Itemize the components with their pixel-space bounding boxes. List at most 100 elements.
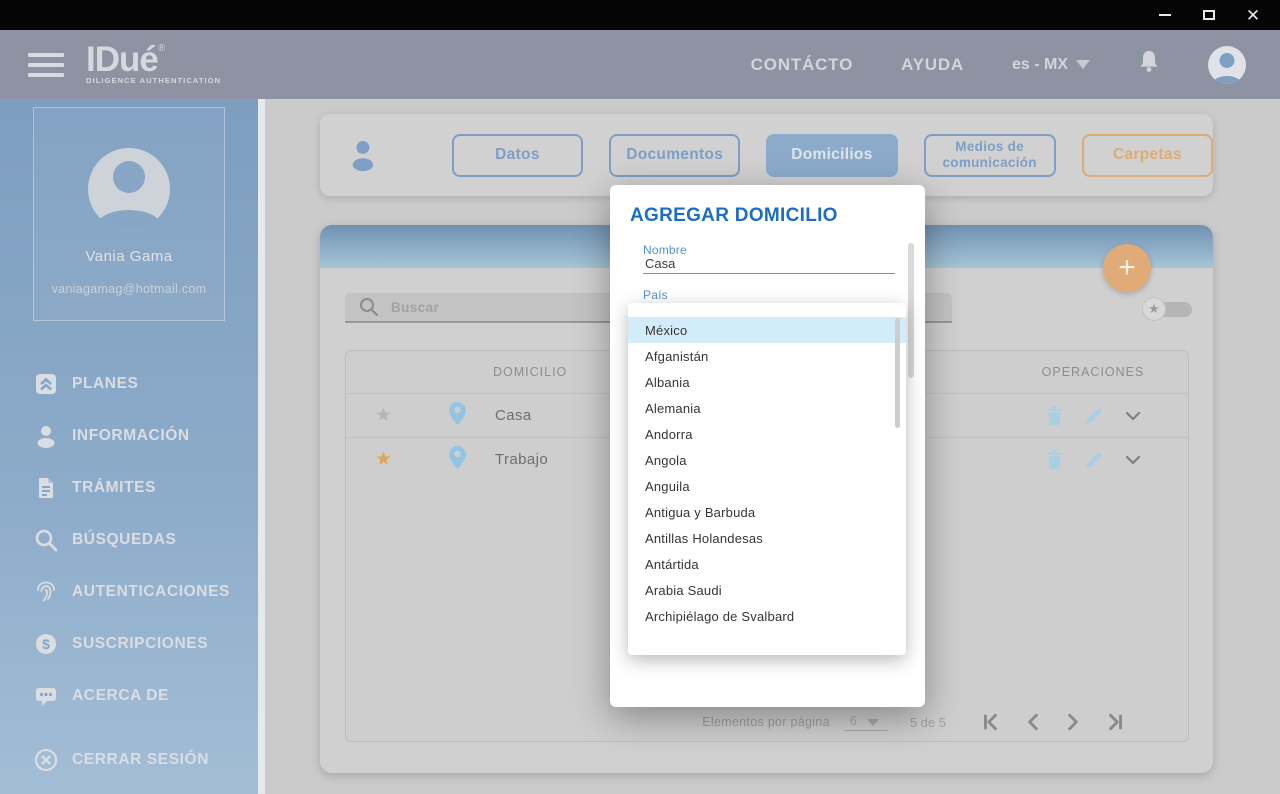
language-value: es - MX (1012, 56, 1068, 74)
country-option[interactable]: México (628, 317, 906, 343)
document-icon (34, 476, 58, 500)
logo-subtitle: DILIGENCE AUTHENTICATION (86, 76, 221, 85)
trash-icon (1046, 406, 1063, 425)
sidebar-item-planes[interactable]: PLANES (0, 358, 258, 410)
section-tabs: Datos Documentos Domicilios Medios de co… (320, 114, 1213, 196)
chevron-down-icon (1125, 455, 1141, 465)
close-circle-icon (34, 748, 58, 772)
favorite-star-icon[interactable]: ★ (346, 448, 421, 471)
last-page-button[interactable] (1100, 713, 1130, 731)
pencil-icon (1085, 451, 1103, 469)
country-option[interactable]: Afganistán (628, 343, 906, 369)
person-icon (350, 138, 376, 172)
sidebar-item-busquedas[interactable]: BÚSQUEDAS (0, 514, 258, 566)
previous-page-button[interactable] (1020, 713, 1046, 731)
edit-button[interactable] (1085, 451, 1103, 469)
tab-domicilios[interactable]: Domicilios (766, 134, 897, 177)
sidebar-item-cerrar-sesion[interactable]: CERRAR SESIÓN (0, 734, 258, 786)
country-option[interactable]: Alemania (628, 395, 906, 421)
chevron-right-icon (1065, 713, 1081, 731)
sidebar-item-tramites[interactable]: TRÁMITES (0, 462, 258, 514)
location-pin-icon (421, 446, 493, 474)
first-page-button[interactable] (976, 713, 1006, 731)
dollar-icon: $ (34, 632, 58, 656)
edit-button[interactable] (1085, 407, 1103, 425)
profile-email: vaniagamag@hotmail.com (34, 282, 224, 296)
tab-carpetas[interactable]: Carpetas (1082, 134, 1213, 177)
next-page-button[interactable] (1060, 713, 1086, 731)
tab-documentos[interactable]: Documentos (609, 134, 740, 177)
logo-text: IDué (86, 40, 158, 79)
page-size-value: 6 (850, 714, 857, 728)
tab-medios-de-comunicacion[interactable]: Medios de comunicación (924, 134, 1056, 177)
sidebar-item-label: PLANES (72, 375, 138, 393)
country-option[interactable]: Antártida (628, 551, 906, 577)
page-size-select[interactable]: 6 (844, 714, 888, 731)
sidebar-item-autenticaciones[interactable]: AUTENTICACIONES (0, 566, 258, 618)
sidebar-item-acerca-de[interactable]: ACERCA DE (0, 670, 258, 722)
nombre-field-label: Nombre (643, 243, 687, 257)
country-option[interactable]: Antillas Holandesas (628, 525, 906, 551)
bell-icon (1138, 50, 1160, 74)
chevron-down-icon (867, 719, 879, 726)
country-option[interactable]: Albania (628, 369, 906, 395)
notifications-button[interactable] (1138, 50, 1160, 79)
sidebar-item-label: BÚSQUEDAS (72, 531, 176, 549)
language-selector[interactable]: es - MX (1012, 56, 1090, 74)
dialog-scrollbar[interactable] (908, 243, 914, 378)
favorites-filter-toggle[interactable]: ★ (1142, 297, 1192, 321)
nav-link-ayuda[interactable]: AYUDA (901, 55, 964, 75)
minimize-icon (1159, 14, 1171, 16)
fingerprint-icon (34, 580, 58, 604)
country-option[interactable]: Archipiélago de Svalbard (628, 603, 906, 629)
app-logo: IDué® DILIGENCE AUTHENTICATION (86, 44, 221, 86)
sidebar-menu: PLANES INFORMACIÓN TRÁMITES B (0, 358, 258, 786)
search-icon (34, 528, 58, 552)
country-option[interactable]: Andorra (628, 421, 906, 447)
minimize-button[interactable] (1152, 4, 1178, 26)
maximize-icon (1203, 10, 1215, 20)
sidebar-item-label: SUSCRIPCIONES (72, 635, 208, 653)
pais-field-label: País (643, 288, 668, 302)
nombre-field-input[interactable]: Casa (645, 256, 675, 271)
hamburger-menu-button[interactable] (28, 53, 64, 77)
top-navbar: IDué® DILIGENCE AUTHENTICATION CONTÁCTO … (0, 30, 1280, 99)
delete-button[interactable] (1046, 450, 1063, 469)
page-size-label: Elementos por página (702, 715, 830, 729)
avatar-body (96, 210, 162, 230)
add-domicilio-button[interactable]: + (1103, 244, 1151, 292)
delete-button[interactable] (1046, 406, 1063, 425)
sidebar-item-label: CERRAR SESIÓN (72, 751, 209, 769)
country-option[interactable]: Anguila (628, 473, 906, 499)
expand-row-button[interactable] (1125, 455, 1141, 465)
location-pin-icon (421, 402, 493, 430)
profile-card: Vania Gama vaniagamag@hotmail.com (33, 107, 225, 321)
window-titlebar: ✕ (0, 0, 1280, 30)
tab-datos[interactable]: Datos (452, 134, 583, 177)
sidebar-item-informacion[interactable]: INFORMACIÓN (0, 410, 258, 462)
dropdown-scrollbar[interactable] (895, 318, 900, 428)
search-icon (359, 297, 379, 317)
sidebar-item-label: ACERCA DE (72, 687, 169, 705)
country-option[interactable]: Arabia Saudi (628, 577, 906, 603)
expand-row-button[interactable] (1125, 411, 1141, 421)
input-underline (643, 273, 895, 274)
last-page-icon (1105, 713, 1125, 731)
user-avatar[interactable] (1208, 46, 1246, 84)
favorite-star-icon[interactable]: ★ (346, 404, 421, 427)
star-icon: ★ (1142, 297, 1166, 321)
country-option[interactable]: Angola (628, 447, 906, 473)
sidebar-divider (258, 99, 265, 794)
paginator: Elementos por página 6 5 de 5 (346, 703, 1188, 741)
plus-icon: + (1118, 253, 1136, 283)
sidebar-item-label: TRÁMITES (72, 479, 156, 497)
plans-icon (34, 372, 58, 396)
sidebar-item-suscripciones[interactable]: $ SUSCRIPCIONES (0, 618, 258, 670)
svg-text:$: $ (42, 636, 50, 652)
maximize-button[interactable] (1196, 4, 1222, 26)
nav-link-contacto[interactable]: CONTÁCTO (751, 55, 853, 75)
sidebar-item-label: INFORMACIÓN (72, 427, 190, 445)
country-option[interactable]: Antigua y Barbuda (628, 499, 906, 525)
avatar-body (1212, 76, 1242, 84)
close-button[interactable]: ✕ (1240, 4, 1266, 26)
